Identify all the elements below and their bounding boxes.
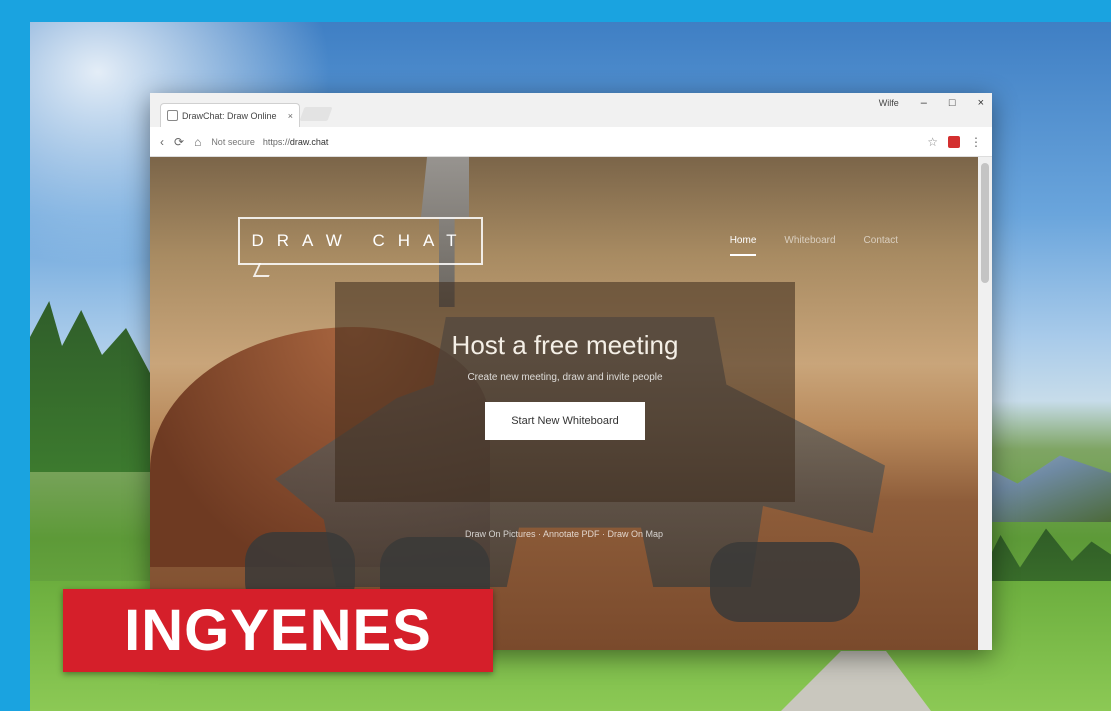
tab-close-icon[interactable]: × (288, 111, 293, 121)
extension-icon[interactable] (948, 135, 960, 148)
free-badge: INGYENES (63, 589, 493, 672)
nav-whiteboard[interactable]: Whiteboard (784, 235, 835, 256)
hero-title: Host a free meeting (451, 330, 679, 360)
site-nav: Home Whiteboard Contact (729, 235, 898, 256)
security-indicator[interactable]: Not secure (211, 137, 255, 147)
back-icon[interactable]: ‹ (160, 135, 164, 149)
browser-toolbar: ‹ ⟳ ⌂ Not secure https://draw.chat ☆ ⋮ (150, 127, 992, 157)
bookmark-star-icon[interactable]: ☆ (927, 135, 938, 149)
page-viewport: DRAW CHAT Home Whiteboard Contact Host a… (150, 157, 978, 650)
favicon-icon (167, 110, 178, 121)
new-tab-button[interactable] (299, 107, 333, 121)
browser-titlebar: DrawChat: Draw Online × Wilfe – □ × (150, 93, 992, 127)
tab-title: DrawChat: Draw Online (182, 110, 277, 121)
url-domain: draw.chat (289, 136, 329, 147)
hero-subtitle: Create new meeting, draw and invite peop… (467, 372, 663, 383)
profile-name[interactable]: Wilfe (875, 96, 903, 110)
address-bar[interactable]: Not secure https://draw.chat (211, 137, 917, 147)
home-icon[interactable]: ⌂ (194, 135, 201, 149)
drawchat-logo[interactable]: DRAW CHAT (238, 217, 483, 265)
logo-speech-tail (252, 263, 276, 277)
rover-wheel (710, 542, 860, 622)
maximize-button[interactable]: □ (945, 95, 960, 111)
browser-menu-icon[interactable]: ⋮ (970, 135, 982, 149)
nav-home[interactable]: Home (729, 235, 757, 256)
window-controls: Wilfe – □ × (875, 95, 988, 111)
browser-tab[interactable]: DrawChat: Draw Online × (160, 103, 300, 127)
minimize-button[interactable]: – (917, 95, 931, 111)
url-prefix: https:// (262, 136, 290, 147)
hero-panel: Host a free meeting Create new meeting, … (335, 282, 795, 502)
scrollbar-thumb[interactable] (981, 163, 989, 283)
close-button[interactable]: × (974, 95, 988, 111)
start-whiteboard-button[interactable]: Start New Whiteboard (485, 402, 645, 440)
url-text: https://draw.chat (263, 137, 329, 147)
reload-icon[interactable]: ⟳ (174, 135, 184, 149)
scrollbar[interactable] (978, 157, 992, 650)
browser-window: DrawChat: Draw Online × Wilfe – □ × ‹ ⟳ … (150, 93, 992, 650)
badge-text: INGYENES (124, 598, 432, 663)
feature-links[interactable]: Draw On Pictures · Annotate PDF · Draw O… (150, 529, 978, 539)
nav-contact[interactable]: Contact (864, 235, 898, 256)
